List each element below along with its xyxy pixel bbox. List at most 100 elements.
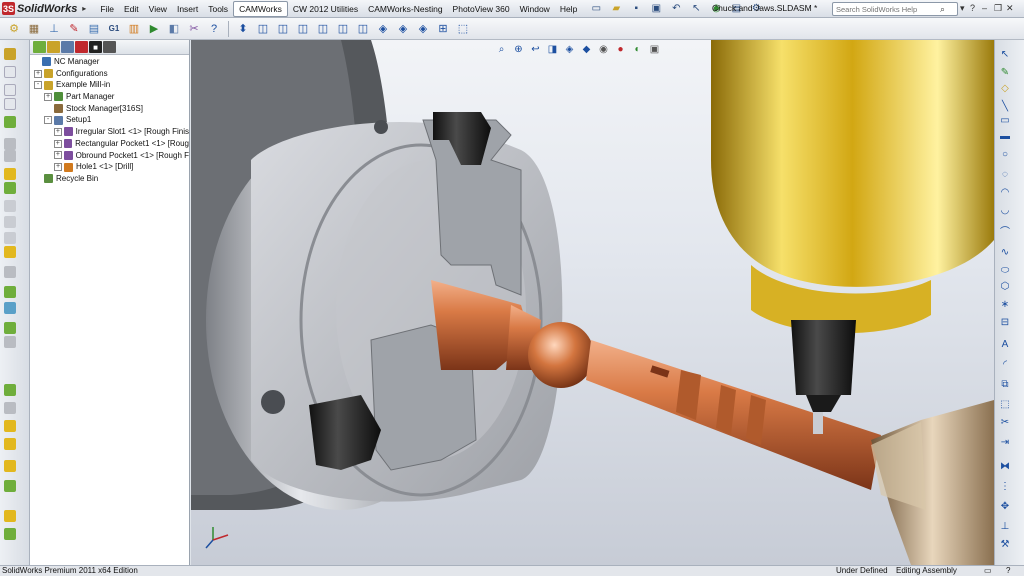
tree-node-part[interactable]: + Part Manager	[30, 91, 189, 103]
setup-icon[interactable]	[4, 84, 16, 96]
extrude-icon[interactable]	[4, 182, 16, 194]
define-machine-icon[interactable]: ⚙	[5, 20, 23, 38]
reference-geometry-icon[interactable]	[4, 510, 16, 522]
tree-node-irregular[interactable]: + Irregular Slot1 <1> [Rough Finis	[30, 126, 189, 138]
display-relations-icon[interactable]: ⊥	[999, 520, 1011, 532]
revolve-icon[interactable]	[4, 200, 16, 212]
view-cube-front-icon[interactable]: ◫	[254, 20, 272, 38]
menu-edit[interactable]: Edit	[119, 1, 144, 17]
generate-operation-plan-icon[interactable]: ▤	[85, 20, 103, 38]
search-icon[interactable]: ⌕	[940, 4, 945, 15]
view-cube-back-icon[interactable]: ◫	[274, 20, 292, 38]
zoom-to-fit-icon[interactable]: ⌕	[494, 42, 509, 56]
help-icon[interactable]: ?	[205, 20, 223, 38]
zoom-to-area-icon[interactable]: ⊕	[511, 42, 526, 56]
expand-icon[interactable]: +	[34, 69, 42, 78]
tree-node-nc[interactable]: NC Manager	[30, 56, 189, 68]
feature-manager-tab-icon[interactable]	[33, 41, 46, 53]
previous-view-icon[interactable]: ↩	[528, 42, 543, 56]
graphics-area[interactable]: ⌕ ⊕ ↩ ◨ ◈ ◆ ◉ ● ◐ ▣	[191, 40, 994, 565]
open-folder-icon[interactable]: ▰	[608, 2, 624, 16]
expand-icon[interactable]: +	[44, 92, 52, 101]
sketch-icon[interactable]: ✎	[999, 66, 1011, 78]
dome-icon[interactable]	[4, 420, 16, 432]
apply-scene-icon[interactable]: ◐	[630, 42, 645, 56]
dimetric-view-icon[interactable]: ◈	[414, 20, 432, 38]
simulate-toolpath-icon[interactable]: ▶	[145, 20, 163, 38]
sketch-feature-icon[interactable]	[4, 168, 16, 180]
feature-icon[interactable]	[4, 98, 16, 110]
tree-node-recycle[interactable]: Recycle Bin	[30, 173, 189, 185]
sweep-icon[interactable]	[4, 302, 16, 314]
view-orientation-icon[interactable]: ⬚	[454, 20, 472, 38]
undo-icon[interactable]: ↶	[668, 2, 684, 16]
spline-icon[interactable]: ∿	[999, 246, 1011, 258]
menu-view[interactable]: View	[144, 1, 172, 17]
isometric-view-icon[interactable]: ◈	[374, 20, 392, 38]
new-document-icon[interactable]: ▭	[588, 2, 604, 16]
linear-pattern-icon[interactable]: ⋮	[999, 480, 1011, 492]
display-style-icon[interactable]: ◆	[579, 42, 594, 56]
view-cube-top-icon[interactable]: ◫	[334, 20, 352, 38]
curves-icon[interactable]	[4, 528, 16, 540]
smart-dimension-icon[interactable]: ◇	[999, 82, 1011, 94]
wrap-icon[interactable]	[4, 438, 16, 450]
operation-icon[interactable]	[4, 116, 16, 128]
chamfer-icon[interactable]	[4, 232, 16, 244]
mirror-icon[interactable]	[4, 286, 16, 298]
collapse-icon[interactable]: -	[34, 81, 42, 90]
normal-to-icon[interactable]: ⊞	[434, 20, 452, 38]
edit-appearance-icon[interactable]: ●	[613, 42, 628, 56]
restore-icon[interactable]: ❐	[994, 3, 1002, 14]
expand-icon[interactable]: +	[54, 151, 62, 160]
close-icon[interactable]: ✕	[1006, 3, 1014, 14]
property-manager-tab-icon[interactable]	[47, 41, 60, 53]
select-icon[interactable]: ↖	[999, 48, 1011, 60]
rectangle-icon[interactable]: ▭	[999, 114, 1011, 126]
sketch-fillet-icon[interactable]: ◜	[999, 358, 1011, 370]
menu-file[interactable]: File	[95, 1, 119, 17]
menu-insert[interactable]: Insert	[172, 1, 203, 17]
circle-icon[interactable]: ○	[999, 148, 1011, 160]
perimeter-circle-icon[interactable]: ◌	[999, 168, 1011, 180]
collapse-icon[interactable]: -	[44, 116, 52, 125]
stock-manager-icon[interactable]: ▦	[25, 20, 43, 38]
draft-icon[interactable]	[4, 402, 16, 414]
menu-camworks-nesting[interactable]: CAMWorks-Nesting	[363, 1, 447, 17]
ellipse-icon[interactable]: ⬭	[999, 264, 1011, 276]
tree-node-rectangular[interactable]: + Rectangular Pocket1 <1> [Roug	[30, 138, 189, 150]
help-search-box[interactable]: ⌕	[832, 2, 958, 16]
configuration-manager-tab-icon[interactable]	[61, 41, 74, 53]
help-question-icon[interactable]: ?	[970, 3, 975, 13]
tree-node-hole1[interactable]: + Hole1 <1> [Drill]	[30, 161, 189, 173]
camworks-feature-tree-tab-icon[interactable]: ■	[89, 41, 102, 53]
combine-icon[interactable]	[4, 480, 16, 492]
expand-icon[interactable]: +	[54, 139, 62, 148]
tree-node-obround[interactable]: + Obround Pocket1 <1> [Rough F	[30, 150, 189, 162]
point-icon[interactable]: ∗	[999, 298, 1011, 310]
coordinate-system-icon[interactable]: ⊥	[45, 20, 63, 38]
hide-show-items-icon[interactable]: ◉	[596, 42, 611, 56]
polygon-icon[interactable]: ⬡	[999, 280, 1011, 292]
trim-entities-icon[interactable]: ✂	[999, 416, 1011, 428]
toolpath-options-icon[interactable]	[4, 150, 16, 162]
save-icon[interactable]: ▪	[628, 2, 644, 16]
menu-help[interactable]: Help	[555, 1, 582, 17]
loft-icon[interactable]	[4, 322, 16, 334]
step-through-toolpath-icon[interactable]: ◧	[165, 20, 183, 38]
tangent-arc-icon[interactable]: ◡	[999, 204, 1011, 216]
g-code-icon[interactable]: G1	[105, 20, 123, 38]
help-dropdown-icon[interactable]: ▾	[960, 3, 965, 14]
tree-node-example[interactable]: - Example Mill-in	[30, 79, 189, 91]
view-settings-icon[interactable]: ▣	[647, 42, 662, 56]
offset-entities-icon[interactable]: ⧉	[999, 378, 1011, 390]
centerline-icon[interactable]: ⊟	[999, 316, 1011, 328]
tree-node-setup1[interactable]: - Setup1	[30, 114, 189, 126]
section-view-icon[interactable]: ◨	[545, 42, 560, 56]
help-search-input[interactable]	[836, 4, 936, 14]
post-process-icon[interactable]: ✂	[185, 20, 203, 38]
stock-icon[interactable]	[4, 66, 16, 78]
status-settings-icon[interactable]: ▭	[984, 566, 992, 576]
menu-tools[interactable]: Tools	[203, 1, 233, 17]
view-cube-right-icon[interactable]: ◫	[314, 20, 332, 38]
